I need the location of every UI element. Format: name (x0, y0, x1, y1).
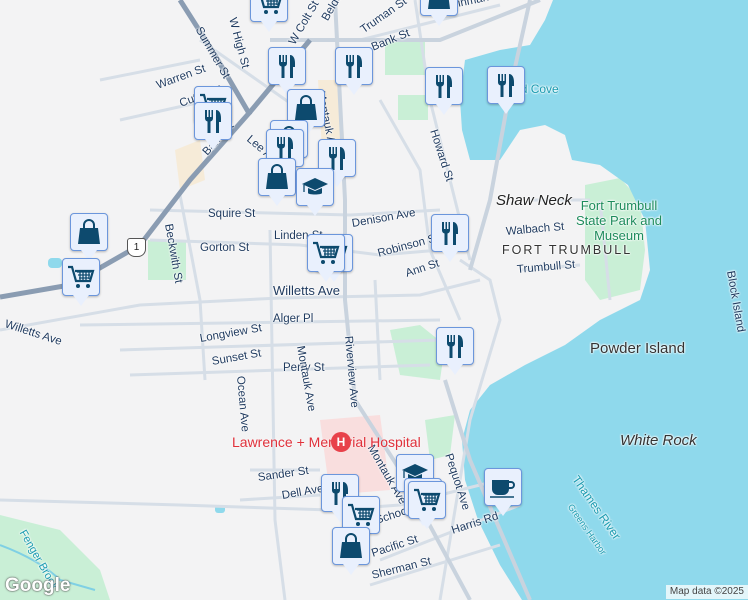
restaurant-marker[interactable] (431, 214, 469, 262)
shopping-cart-marker[interactable] (408, 481, 446, 529)
place-label-white-rock: White Rock (620, 432, 697, 449)
shopping-bag-icon (263, 163, 291, 191)
hospital-icon[interactable]: H (331, 432, 351, 452)
shopping-bag-icon (75, 218, 103, 246)
hospital-label[interactable]: Lawrence + Memorial Hospital (232, 434, 421, 450)
shopping-bag-marker[interactable] (420, 0, 458, 26)
map-canvas[interactable]: Summer St W High St W Colt St Belden St … (0, 0, 748, 600)
restaurant-icon (492, 71, 520, 99)
restaurant-icon (430, 72, 458, 100)
restaurant-marker[interactable] (487, 66, 525, 114)
shopping-cart-icon (312, 239, 340, 267)
shopping-bag-icon (425, 0, 453, 11)
restaurant-icon (340, 52, 368, 80)
restaurant-marker[interactable] (194, 102, 232, 150)
street-label: Willetts Ave (273, 283, 340, 298)
restaurant-icon (441, 332, 469, 360)
place-label-fort-trumbull: FORT TRUMBULL (502, 243, 633, 257)
shopping-cart-icon (67, 263, 95, 291)
restaurant-icon (199, 107, 227, 135)
shopping-cart-marker[interactable] (307, 234, 345, 282)
shopping-bag-marker[interactable] (332, 527, 370, 575)
google-logo: Google (5, 575, 71, 596)
restaurant-icon (273, 52, 301, 80)
street-label: Alger Pl (273, 313, 314, 325)
route-1-shield-icon: 1 (127, 238, 146, 257)
map-attribution[interactable]: Map data ©2025 (665, 585, 748, 599)
pond (48, 258, 62, 268)
cafe-marker[interactable] (484, 468, 522, 516)
place-label-powder-island: Powder Island (590, 340, 686, 357)
shopping-bag-icon (337, 532, 365, 560)
shopping-cart-marker[interactable] (250, 0, 288, 32)
shopping-bag-marker[interactable] (258, 158, 296, 206)
restaurant-icon (436, 219, 464, 247)
shopping-cart-icon (347, 501, 375, 529)
shopping-bag-icon (292, 94, 320, 122)
graduation-cap-icon (301, 173, 329, 201)
street-label: Gorton St (200, 242, 250, 254)
shopping-bag-marker[interactable] (70, 213, 108, 261)
shopping-cart-icon (413, 486, 441, 514)
coffee-cup-icon (489, 473, 517, 501)
street-label: Squire St (208, 208, 256, 220)
restaurant-marker[interactable] (268, 47, 306, 95)
restaurant-marker[interactable] (436, 327, 474, 375)
shopping-cart-marker[interactable] (62, 258, 100, 306)
place-label-shaw-neck: Shaw Neck (496, 192, 572, 209)
restaurant-marker[interactable] (425, 67, 463, 115)
shopping-cart-icon (255, 0, 283, 17)
school-marker[interactable] (296, 168, 334, 216)
park-label[interactable]: Fort Trumbull State Park and Museum (574, 198, 664, 243)
restaurant-marker[interactable] (335, 47, 373, 95)
